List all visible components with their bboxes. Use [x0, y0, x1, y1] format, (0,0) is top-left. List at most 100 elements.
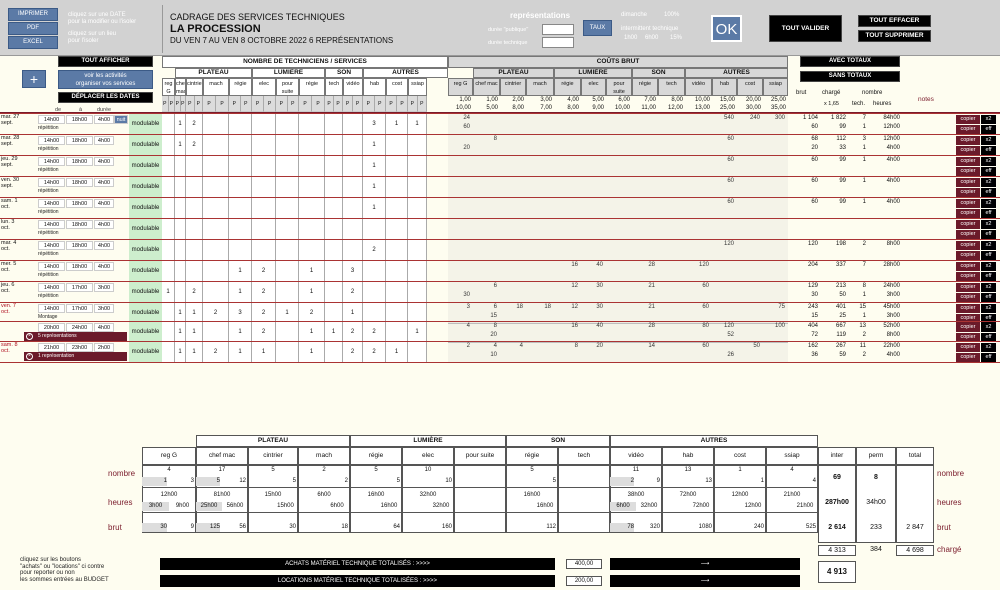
- row-count[interactable]: 2: [343, 342, 363, 363]
- eff-button[interactable]: eff: [981, 251, 996, 260]
- row-count[interactable]: [276, 156, 299, 177]
- row-count[interactable]: [162, 261, 175, 282]
- row-date[interactable]: ven. 30 sept.: [1, 177, 37, 189]
- eff-button[interactable]: eff: [981, 272, 996, 281]
- row-count[interactable]: [386, 261, 408, 282]
- row-start-time[interactable]: 14h00: [38, 283, 65, 292]
- row-count[interactable]: [276, 177, 299, 198]
- row-count[interactable]: 1: [363, 198, 386, 219]
- row-date[interactable]: mar. 27 sept.: [1, 114, 37, 126]
- row-count[interactable]: [386, 219, 408, 240]
- row-count[interactable]: [203, 219, 229, 240]
- row-count[interactable]: [343, 198, 363, 219]
- row-count[interactable]: [363, 261, 386, 282]
- row-count[interactable]: [229, 135, 252, 156]
- row-count[interactable]: [325, 177, 343, 198]
- row-count[interactable]: 1: [363, 135, 386, 156]
- row-end-time[interactable]: 18h00: [66, 136, 93, 145]
- row-modulable[interactable]: modulable: [129, 198, 162, 219]
- row-count[interactable]: 1: [299, 322, 325, 343]
- row-count[interactable]: 2: [343, 282, 363, 303]
- row-count[interactable]: [325, 261, 343, 282]
- row-count[interactable]: [408, 156, 427, 177]
- row-modulable[interactable]: modulable: [129, 156, 162, 177]
- row-end-time[interactable]: 18h00: [66, 220, 93, 229]
- eff-button[interactable]: eff: [981, 188, 996, 197]
- row-end-time[interactable]: 18h00: [66, 262, 93, 271]
- row-remove-icon[interactable]: ×: [26, 333, 33, 340]
- copier-button[interactable]: copier: [956, 283, 980, 292]
- row-count[interactable]: [325, 342, 343, 363]
- row-count[interactable]: [299, 135, 325, 156]
- row-count[interactable]: 2: [363, 240, 386, 261]
- row-count[interactable]: 2: [203, 342, 229, 363]
- row-count[interactable]: [325, 156, 343, 177]
- copier-button[interactable]: copier: [956, 343, 980, 352]
- row-count[interactable]: 1: [162, 282, 175, 303]
- row-count[interactable]: [175, 156, 186, 177]
- row-count[interactable]: [299, 240, 325, 261]
- avec-totaux-button[interactable]: AVEC TOTAUX: [800, 56, 900, 67]
- eff-button[interactable]: eff: [981, 167, 996, 176]
- duree-publique-input[interactable]: [542, 24, 574, 35]
- row-count[interactable]: [175, 219, 186, 240]
- row-count[interactable]: [203, 240, 229, 261]
- eff-button[interactable]: eff: [981, 353, 996, 362]
- excel-button[interactable]: EXCEL: [8, 36, 58, 49]
- row-end-time[interactable]: 18h00: [66, 157, 93, 166]
- row-count[interactable]: [299, 219, 325, 240]
- row-modulable[interactable]: modulable: [129, 282, 162, 303]
- row-count[interactable]: 3: [363, 114, 386, 135]
- row-count[interactable]: [325, 282, 343, 303]
- row-count[interactable]: [252, 177, 276, 198]
- row-count[interactable]: [252, 114, 276, 135]
- row-count[interactable]: 1: [175, 114, 186, 135]
- row-count[interactable]: 1: [299, 342, 325, 363]
- copier-button[interactable]: copier: [956, 251, 980, 260]
- eff-button[interactable]: eff: [981, 146, 996, 155]
- duree-technique-input[interactable]: [542, 37, 574, 48]
- row-end-time[interactable]: 18h00: [66, 178, 93, 187]
- row-count[interactable]: 1: [299, 261, 325, 282]
- row-count[interactable]: [203, 114, 229, 135]
- eff-button[interactable]: eff: [981, 293, 996, 302]
- row-count[interactable]: 2: [252, 322, 276, 343]
- row-count[interactable]: [343, 177, 363, 198]
- copier-button[interactable]: copier: [956, 178, 980, 187]
- row-count[interactable]: [363, 282, 386, 303]
- row-count[interactable]: [186, 240, 203, 261]
- tout-afficher-button[interactable]: TOUT AFFICHER: [58, 56, 153, 67]
- row-count[interactable]: [203, 156, 229, 177]
- row-count[interactable]: 1: [363, 177, 386, 198]
- locations-arrow-button[interactable]: ⟶: [610, 575, 800, 587]
- row-count[interactable]: [386, 240, 408, 261]
- row-count[interactable]: [252, 156, 276, 177]
- row-count[interactable]: 1: [229, 282, 252, 303]
- row-start-time[interactable]: 14h00: [38, 262, 65, 271]
- row-count[interactable]: [162, 219, 175, 240]
- row-count[interactable]: 1: [252, 342, 276, 363]
- row-count[interactable]: [276, 198, 299, 219]
- copier-button[interactable]: copier: [956, 230, 980, 239]
- copier-button[interactable]: copier: [956, 209, 980, 218]
- copier-button[interactable]: copier: [956, 115, 980, 124]
- row-start-time[interactable]: 14h00: [38, 178, 65, 187]
- row-date[interactable]: mer. 5 oct.: [1, 261, 37, 273]
- row-count[interactable]: 2: [363, 342, 386, 363]
- row-representations[interactable]: 1 représentation: [24, 352, 127, 361]
- copier-button[interactable]: copier: [956, 220, 980, 229]
- row-count[interactable]: [408, 219, 427, 240]
- row-start-time[interactable]: 20h00: [38, 323, 65, 332]
- row-count[interactable]: [325, 114, 343, 135]
- x2-button[interactable]: x2: [981, 199, 996, 208]
- row-start-time[interactable]: 14h00: [38, 199, 65, 208]
- row-count[interactable]: 2: [186, 135, 203, 156]
- row-count[interactable]: [386, 282, 408, 303]
- row-modulable[interactable]: modulable: [129, 114, 162, 135]
- row-count[interactable]: [252, 240, 276, 261]
- row-modulable[interactable]: modulable: [129, 240, 162, 261]
- row-end-time[interactable]: 24h00: [66, 323, 93, 332]
- row-count[interactable]: [175, 261, 186, 282]
- row-count[interactable]: [343, 240, 363, 261]
- row-start-time[interactable]: 14h00: [38, 115, 65, 124]
